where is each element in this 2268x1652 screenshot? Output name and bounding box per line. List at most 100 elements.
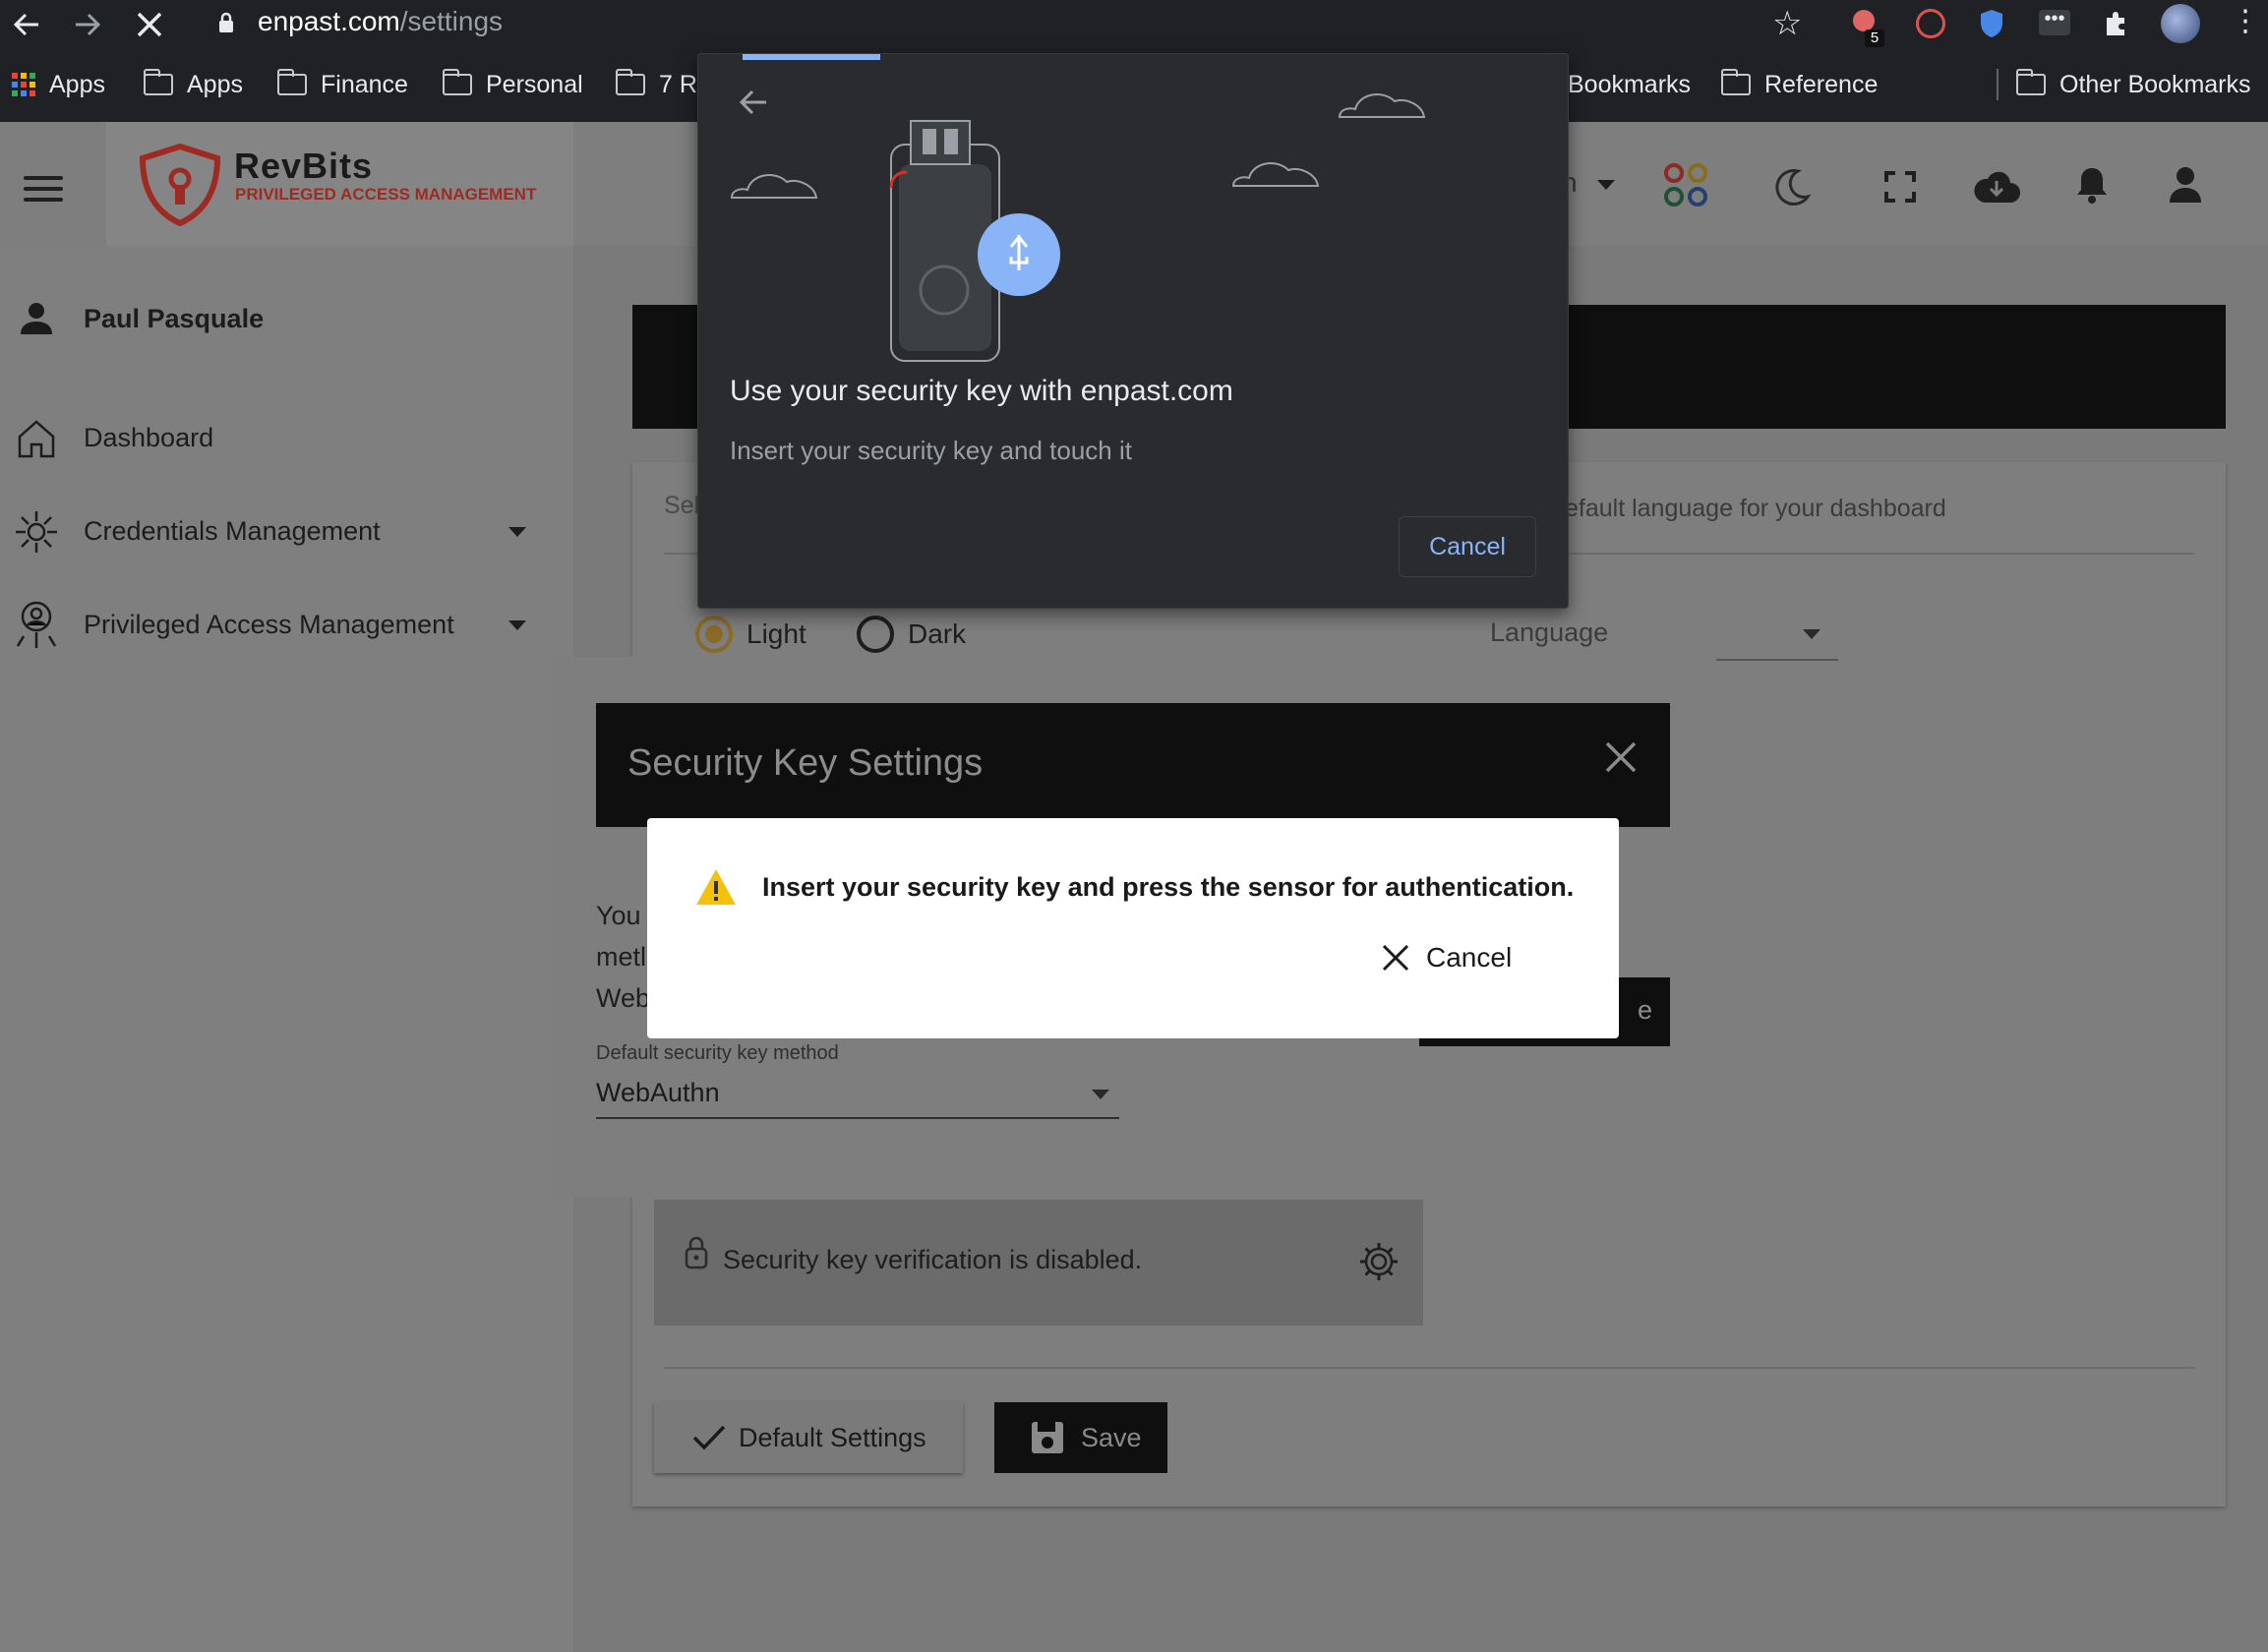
apps-grid-icon [12, 73, 35, 96]
folder-icon [2016, 69, 2046, 95]
color-apps-icon[interactable] [1664, 163, 1711, 210]
sidebar-item-credentials-management[interactable]: Credentials Management [0, 492, 573, 570]
theme-radio-light[interactable]: Light [695, 616, 806, 653]
privileged-access-user-icon [16, 601, 57, 648]
default-settings-label: Default Settings [739, 1422, 926, 1452]
sidebar-user[interactable]: Paul Pasquale [0, 279, 573, 358]
dialog-action-label: e [1638, 995, 1653, 1025]
select-theme-hint: Sel [664, 492, 700, 519]
fullscreen-icon[interactable] [1884, 171, 1916, 203]
alert-cancel-button[interactable]: Cancel [1381, 942, 1512, 974]
back-arrow-icon[interactable] [738, 88, 769, 117]
chevron-down-icon [508, 620, 526, 630]
security-status-text: Security key verification is disabled. [723, 1245, 1143, 1274]
folder-icon [277, 69, 307, 95]
notifications-bell-icon[interactable] [2075, 165, 2109, 205]
radio-unselected-icon [857, 616, 894, 653]
bookmark-label: 7 R [659, 70, 697, 98]
dark-mode-moon-icon[interactable] [1770, 165, 1814, 208]
save-button[interactable]: Save [994, 1402, 1167, 1473]
settings-gear-icon[interactable] [1358, 1241, 1400, 1282]
default-settings-button[interactable]: Default Settings [654, 1402, 963, 1473]
chevron-down-icon[interactable] [1597, 180, 1615, 190]
bookmark-folder-apps[interactable]: Apps [144, 61, 243, 108]
profile-avatar[interactable] [2161, 4, 2200, 43]
brand-tagline: PRIVILEGED ACCESS MANAGEMENT [235, 185, 537, 204]
webauthn-browser-prompt: Use your security key with enpast.com In… [697, 53, 1569, 609]
sidebar-item-label: Dashboard [84, 422, 214, 452]
chevron-down-icon [1092, 1090, 1109, 1099]
back-icon[interactable] [12, 11, 41, 38]
bookmark-folder-finance[interactable]: Finance [277, 61, 408, 108]
cloud-download-icon[interactable] [1973, 169, 2020, 205]
dialog-body-line: metl [596, 942, 647, 972]
security-key-illustration [889, 120, 1060, 362]
dialog-title: Security Key Settings [627, 742, 984, 784]
lock-icon [219, 12, 233, 32]
checkmark-icon [692, 1425, 726, 1450]
method-select-value: WebAuthn [596, 1078, 720, 1107]
alert-message: Insert your security key and press the s… [762, 872, 1575, 902]
cloud-illustration [1231, 162, 1320, 187]
save-label: Save [1081, 1422, 1142, 1452]
theme-radio-dark[interactable]: Dark [857, 616, 966, 653]
user-name: Paul Pasquale [84, 303, 265, 333]
chevron-down-icon [508, 527, 526, 537]
forward-icon[interactable] [73, 11, 102, 38]
sidebar-item-label: Credentials Management [84, 515, 381, 546]
bookmark-folder-reference[interactable]: Reference [1721, 61, 1878, 108]
url-path: /settings [399, 6, 504, 36]
bookmark-folder-bookmarks[interactable]: Bookmarks [1568, 61, 1691, 108]
sidebar-item-privileged-access-management[interactable]: Privileged Access Management [0, 585, 573, 664]
bookmark-folder-personal[interactable]: Personal [443, 61, 583, 108]
sidebar-item-dashboard[interactable]: Dashboard [0, 398, 573, 477]
folder-icon [443, 69, 472, 95]
credentials-network-icon [16, 511, 57, 553]
webauthn-title: Use your security key with enpast.com [730, 375, 1233, 407]
chevron-down-icon [1803, 629, 1820, 639]
blocked-extension-icon[interactable] [1916, 9, 1945, 38]
browser-toolbar: enpast.com/settings ☆ 5 ••• ⋮ [0, 0, 2268, 49]
dialog-body-text: You metl Web [596, 895, 650, 1019]
puzzle-extensions-icon[interactable] [2101, 8, 2132, 39]
folder-icon [616, 69, 645, 95]
close-icon[interactable] [1604, 740, 1638, 774]
shield-extension-icon[interactable] [1979, 8, 2004, 39]
revbits-shield-logo [139, 144, 221, 226]
theme-option-label: Dark [908, 619, 967, 649]
security-key-alert: Insert your security key and press the s… [647, 818, 1619, 1038]
hamburger-menu-icon[interactable] [24, 176, 63, 202]
bookmark-label: Personal [486, 70, 583, 98]
bookmark-label: Other Bookmarks [2059, 70, 2251, 98]
browser-menu-icon[interactable]: ⋮ [2231, 4, 2260, 38]
stop-loading-icon[interactable] [135, 10, 164, 39]
progress-indicator [743, 54, 880, 60]
security-key-method-select[interactable]: WebAuthn [596, 1070, 1119, 1119]
bookmark-label: Apps [187, 70, 243, 98]
language-select-label: Language [1490, 618, 1609, 647]
language-select[interactable]: Language [1488, 610, 1838, 661]
radio-selected-icon [695, 616, 733, 653]
bookmark-label: Finance [321, 70, 408, 98]
save-floppy-icon [1032, 1422, 1063, 1453]
bookmark-folder-7r[interactable]: 7 R [616, 61, 697, 108]
webauthn-cancel-label: Cancel [1429, 532, 1506, 560]
alert-cancel-label: Cancel [1426, 942, 1513, 973]
home-icon [18, 420, 55, 458]
warning-icon [696, 869, 736, 905]
bookmark-star-icon[interactable]: ☆ [1772, 4, 1802, 43]
brand-name: RevBits [234, 146, 374, 186]
folder-icon [144, 69, 173, 95]
padlock-icon [685, 1236, 708, 1269]
webauthn-cancel-button[interactable]: Cancel [1399, 516, 1536, 577]
bookmark-label: Apps [49, 70, 105, 98]
bookmarks-divider [1997, 69, 1999, 100]
brand-area: RevBits PRIVILEGED ACCESS MANAGEMENT [106, 122, 573, 246]
user-account-icon[interactable] [2168, 165, 2203, 205]
bookmark-apps-shortcut[interactable]: Apps [12, 61, 105, 108]
address-bar[interactable]: enpast.com/settings [258, 6, 503, 37]
bookmark-other-bookmarks[interactable]: Other Bookmarks [2016, 61, 2251, 108]
extension-icon[interactable]: 5 [1851, 8, 1884, 47]
security-key-status-box: Security key verification is disabled. [654, 1200, 1423, 1326]
more-extension-icon[interactable]: ••• [2039, 9, 2070, 35]
